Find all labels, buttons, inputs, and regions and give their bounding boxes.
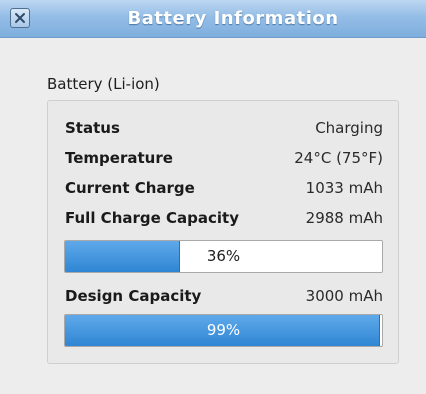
status-label: Status xyxy=(65,119,120,137)
health-progress-bar: 99% xyxy=(64,314,383,347)
full-charge-capacity-label: Full Charge Capacity xyxy=(65,209,239,227)
title-bar: Battery Information xyxy=(0,0,426,38)
battery-frame-label: Battery (Li-ion) xyxy=(47,75,160,93)
health-progress-text: 99% xyxy=(206,321,241,339)
charge-progress-text: 36% xyxy=(206,247,241,265)
design-capacity-row: Design Capacity 3000 mAh xyxy=(65,283,383,309)
temperature-row: Temperature 24°C (75°F) xyxy=(65,145,383,171)
status-value: Charging xyxy=(315,119,383,137)
current-charge-label: Current Charge xyxy=(65,179,195,197)
status-row: Status Charging xyxy=(65,115,383,141)
temperature-label: Temperature xyxy=(65,149,173,167)
temperature-value: 24°C (75°F) xyxy=(294,149,383,167)
battery-frame: Status Charging Temperature 24°C (75°F) … xyxy=(47,100,399,364)
charge-progress-bar: 36% xyxy=(64,240,383,273)
current-charge-row: Current Charge 1033 mAh xyxy=(65,175,383,201)
current-charge-value: 1033 mAh xyxy=(305,179,383,197)
design-capacity-value: 3000 mAh xyxy=(305,287,383,305)
close-icon xyxy=(15,13,25,23)
design-capacity-label: Design Capacity xyxy=(65,287,202,305)
full-charge-capacity-row: Full Charge Capacity 2988 mAh xyxy=(65,205,383,231)
close-button[interactable] xyxy=(10,8,30,28)
full-charge-capacity-value: 2988 mAh xyxy=(305,209,383,227)
window-title: Battery Information xyxy=(127,8,339,29)
